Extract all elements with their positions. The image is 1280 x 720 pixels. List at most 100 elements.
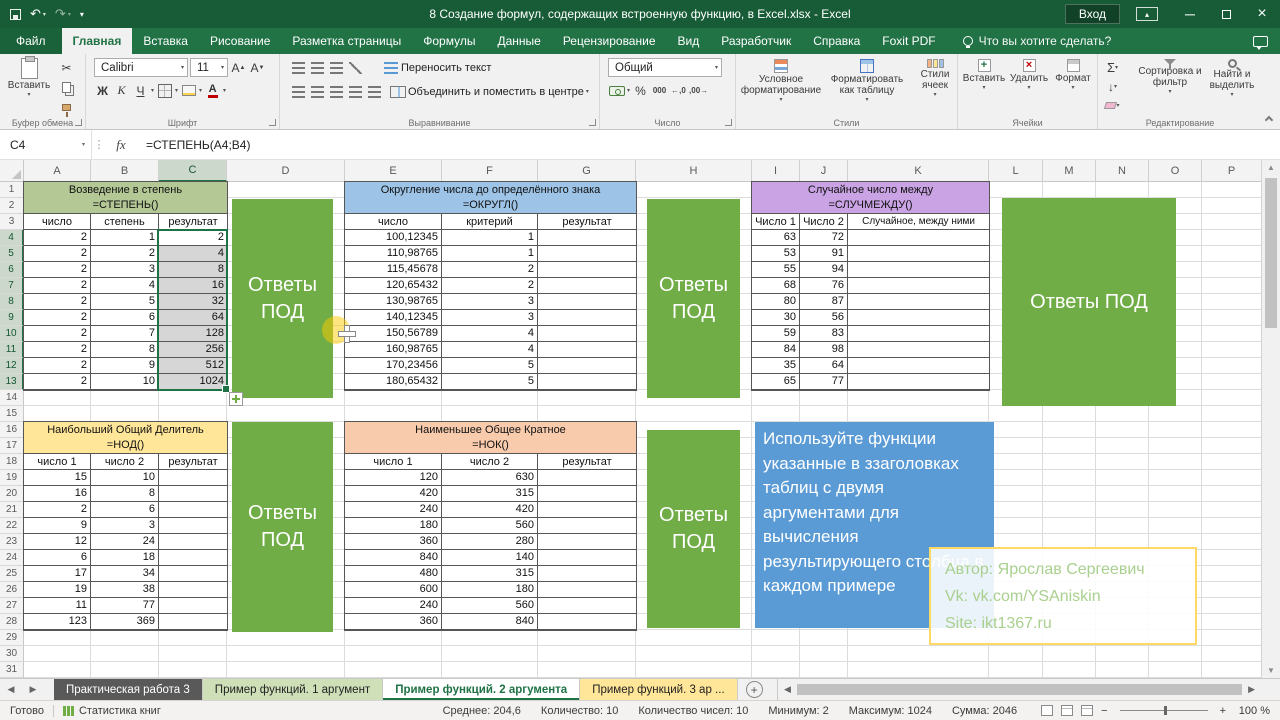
column-header[interactable]: E	[345, 160, 442, 182]
cell[interactable]: 2	[24, 278, 91, 294]
orientation-icon[interactable]	[347, 59, 364, 76]
ribbon-tab[interactable]: Формулы	[412, 28, 486, 54]
cell[interactable]: 17	[24, 566, 91, 582]
cell[interactable]: 18	[91, 550, 159, 566]
accounting-format-icon[interactable]	[608, 82, 625, 99]
maximize-button[interactable]	[1208, 0, 1244, 28]
ribbon-tab[interactable]: Файл	[0, 28, 62, 54]
hscroll-left-icon[interactable]: ◀	[781, 684, 794, 695]
merge-center-button[interactable]: Объединить и поместить в центре	[408, 86, 584, 98]
cell[interactable]: 512	[159, 358, 227, 374]
cell[interactable]: 4	[442, 326, 538, 342]
cell[interactable]: 240	[345, 502, 442, 518]
cell[interactable]: 560	[442, 518, 538, 534]
cell[interactable]: 1	[442, 230, 538, 246]
cell[interactable]: 100,12345	[345, 230, 442, 246]
row-header[interactable]: 1	[0, 182, 24, 198]
row-header[interactable]: 23	[0, 534, 24, 550]
page-break-view-icon[interactable]	[1081, 705, 1094, 716]
conditional-formatting-button[interactable]: Условное форматирование ▾	[740, 59, 822, 104]
close-button[interactable]: ×	[1244, 0, 1280, 28]
ribbon-tab[interactable]: Рецензирование	[552, 28, 667, 54]
cell[interactable]: 63	[752, 230, 800, 246]
row-header[interactable]: 24	[0, 550, 24, 566]
zoom-slider[interactable]	[1119, 706, 1208, 715]
bold-button[interactable]: Ж	[94, 82, 111, 99]
cell[interactable]: 30	[752, 310, 800, 326]
column-header[interactable]: C	[159, 160, 227, 182]
copy-icon[interactable]	[58, 79, 75, 96]
cell[interactable]: 369	[91, 614, 159, 630]
cell[interactable]: 160,98765	[345, 342, 442, 358]
underline-button[interactable]: Ч	[132, 82, 149, 99]
cell[interactable]: 315	[442, 566, 538, 582]
row-header[interactable]: 22	[0, 518, 24, 534]
cell[interactable]	[848, 326, 989, 342]
align-center-icon[interactable]	[309, 83, 326, 100]
cell[interactable]	[538, 326, 636, 342]
cell[interactable]: 5	[442, 358, 538, 374]
cell[interactable]	[159, 550, 227, 566]
column-header[interactable]: B	[91, 160, 159, 182]
cell[interactable]: 77	[800, 374, 848, 390]
row-header[interactable]: 20	[0, 486, 24, 502]
cell[interactable]: 53	[752, 246, 800, 262]
cut-icon[interactable]: ✂	[58, 59, 75, 76]
column-header[interactable]: H	[636, 160, 752, 182]
cell[interactable]: 840	[442, 614, 538, 630]
cell[interactable]	[159, 614, 227, 630]
column-header[interactable]: K	[848, 160, 989, 182]
clipboard-dialog-launcher[interactable]	[75, 119, 82, 126]
cell[interactable]	[538, 262, 636, 278]
sheet-tab-4[interactable]: Пример функций. 3 ар ...	[580, 679, 738, 700]
cell[interactable]: 87	[800, 294, 848, 310]
row-header[interactable]: 17	[0, 438, 24, 454]
page-layout-view-icon[interactable]	[1061, 705, 1074, 716]
save-icon[interactable]	[10, 8, 21, 20]
insert-function-icon[interactable]: fx	[106, 130, 136, 159]
cell[interactable]	[538, 358, 636, 374]
hscroll-right-icon[interactable]: ▶	[1245, 684, 1258, 695]
column-header[interactable]: D	[227, 160, 345, 182]
cell[interactable]	[159, 502, 227, 518]
add-sheet-icon[interactable]: +	[745, 681, 763, 698]
cell[interactable]	[848, 262, 989, 278]
column-header[interactable]: O	[1149, 160, 1202, 182]
ribbon-tab[interactable]: Главная	[61, 28, 133, 54]
cell[interactable]: 34	[91, 566, 159, 582]
row-header[interactable]: 14	[0, 390, 24, 406]
cell[interactable]	[848, 278, 989, 294]
row-header[interactable]: 30	[0, 646, 24, 662]
font-color-icon[interactable]: А	[204, 82, 221, 99]
answers-box-4[interactable]: Ответы ПОД	[232, 422, 333, 632]
cell[interactable]: 68	[752, 278, 800, 294]
row-header[interactable]: 13	[0, 374, 24, 390]
align-bottom-icon[interactable]	[328, 59, 345, 76]
cell[interactable]: 2	[159, 230, 227, 246]
row-header[interactable]: 28	[0, 614, 24, 630]
decrease-indent-icon[interactable]	[347, 83, 364, 100]
cell[interactable]: 98	[800, 342, 848, 358]
sheet-nav-left-icon[interactable]: ◀	[0, 679, 22, 700]
cell[interactable]: 72	[800, 230, 848, 246]
cell[interactable]: 8	[91, 486, 159, 502]
align-top-icon[interactable]	[290, 59, 307, 76]
cell[interactable]: 170,23456	[345, 358, 442, 374]
cell[interactable]: 84	[752, 342, 800, 358]
cell[interactable]: 120,65432	[345, 278, 442, 294]
cell[interactable]: 7	[91, 326, 159, 342]
cell[interactable]: 6	[24, 550, 91, 566]
cell[interactable]: 2	[24, 262, 91, 278]
cell[interactable]: 600	[345, 582, 442, 598]
cell[interactable]: 3	[442, 294, 538, 310]
cell[interactable]: 8	[91, 342, 159, 358]
cell[interactable]: 16	[159, 278, 227, 294]
scroll-down-icon[interactable]: ▼	[1262, 666, 1280, 675]
column-header[interactable]: F	[442, 160, 538, 182]
vertical-scroll-thumb[interactable]	[1265, 178, 1277, 328]
sort-filter-button[interactable]: Сортировка и фильтр ▾	[1138, 59, 1202, 96]
cell[interactable]: 2	[24, 230, 91, 246]
cell-styles-button[interactable]: Стили ячеек ▾	[912, 59, 958, 99]
cell[interactable]: 24	[91, 534, 159, 550]
cell[interactable]: 180,65432	[345, 374, 442, 390]
